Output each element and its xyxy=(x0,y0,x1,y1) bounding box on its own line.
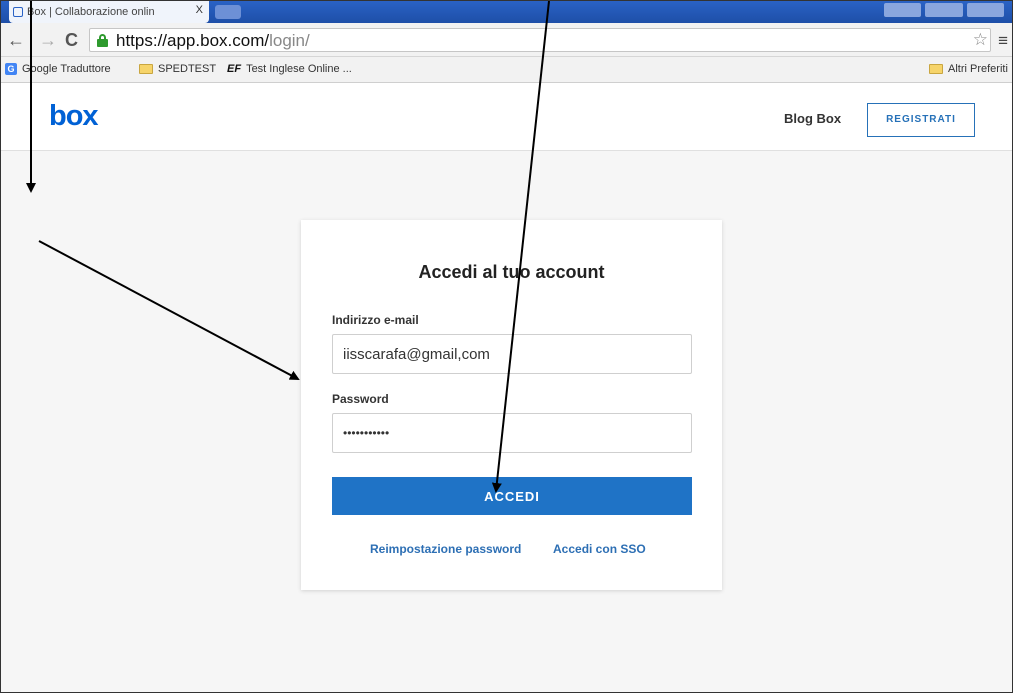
new-tab-button[interactable] xyxy=(215,5,241,19)
title-bar: Box | Collaborazione onlin X xyxy=(1,1,1012,23)
menu-icon[interactable]: ≡ xyxy=(998,31,1008,51)
folder-icon xyxy=(929,64,943,74)
lock-icon xyxy=(97,34,108,47)
email-field[interactable] xyxy=(332,334,692,374)
bookmark-star-icon[interactable]: ☆ xyxy=(973,30,988,50)
bookmark-label: Google Traduttore xyxy=(22,63,111,75)
blog-link[interactable]: Blog Box xyxy=(784,111,841,126)
tab-title: Box | Collaborazione onlin xyxy=(27,6,155,18)
address-bar[interactable]: https://app.box.com/login/ xyxy=(89,28,991,52)
bookmark-google-translate[interactable]: G Google Traduttore xyxy=(5,63,111,75)
bookmark-test-inglese[interactable]: EF Test Inglese Online ... xyxy=(227,63,352,75)
password-field[interactable] xyxy=(332,413,692,453)
bookmark-label: Test Inglese Online ... xyxy=(246,63,352,75)
tab-close-icon[interactable]: X xyxy=(196,4,203,16)
register-button[interactable]: REGISTRATI xyxy=(867,103,975,137)
maximize-button[interactable] xyxy=(925,3,963,17)
box-favicon-icon xyxy=(13,7,23,17)
sso-login-link[interactable]: Accedi con SSO xyxy=(553,542,646,556)
minimize-button[interactable] xyxy=(884,3,922,17)
box-logo[interactable]: box xyxy=(49,100,99,133)
browser-tab[interactable]: Box | Collaborazione onlin X xyxy=(9,1,209,23)
browser-toolbar: ← → C https://app.box.com/login/ ☆ ≡ xyxy=(1,23,1012,57)
forward-arrow-icon[interactable]: → xyxy=(39,31,57,49)
url-host: https://app.box.com/ xyxy=(116,31,270,50)
box-header: box Blog Box REGISTRATI xyxy=(1,83,1012,151)
url-path: login/ xyxy=(269,31,310,50)
login-card: Accedi al tuo account Indirizzo e-mail P… xyxy=(301,220,722,590)
reload-icon[interactable]: C xyxy=(65,31,78,49)
browser-window: Box | Collaborazione onlin X ← → C https… xyxy=(0,0,1013,693)
ef-icon: EF xyxy=(227,63,242,75)
login-title: Accedi al tuo account xyxy=(418,262,605,282)
google-translate-icon: G xyxy=(5,63,17,75)
bookmark-spedtest[interactable]: SPEDTEST xyxy=(139,63,216,75)
login-button[interactable]: ACCEDI xyxy=(332,477,692,515)
folder-icon xyxy=(139,64,153,74)
bookmarks-bar: G Google Traduttore SPEDTEST EF Test Ing… xyxy=(1,57,1012,83)
window-controls xyxy=(884,3,1004,17)
password-label: Password xyxy=(332,392,389,406)
back-arrow-icon[interactable]: ← xyxy=(7,31,25,49)
reset-password-link[interactable]: Reimpostazione password xyxy=(370,542,521,556)
email-label: Indirizzo e-mail xyxy=(332,313,419,327)
close-window-button[interactable] xyxy=(966,3,1004,17)
other-bookmarks-label: Altri Preferiti xyxy=(948,63,1008,75)
bookmark-label: SPEDTEST xyxy=(158,63,217,75)
other-bookmarks[interactable]: Altri Preferiti xyxy=(929,63,1008,75)
